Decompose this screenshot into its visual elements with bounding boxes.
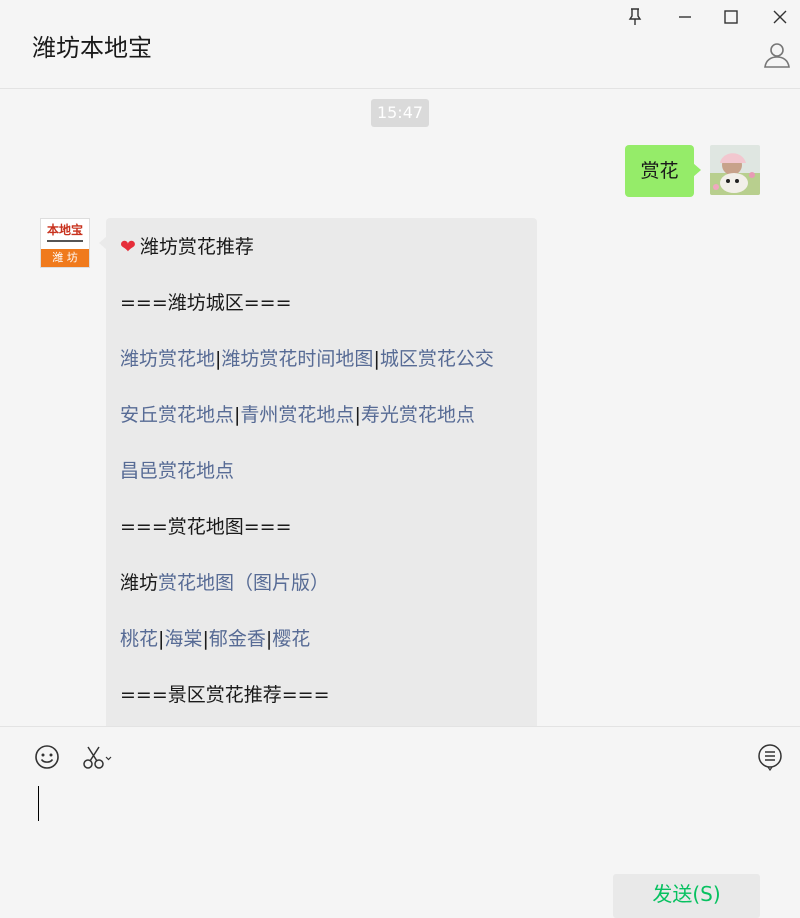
- minimize-icon[interactable]: [670, 2, 700, 32]
- scissors-icon[interactable]: [80, 742, 114, 772]
- map-row: 潍坊赏花地图（图片版）: [120, 568, 329, 595]
- emoji-icon[interactable]: [32, 742, 62, 772]
- link-item[interactable]: 城区赏花公交: [380, 348, 494, 370]
- maximize-icon[interactable]: [716, 2, 746, 32]
- message-title-line: ❤ 潍坊赏花推荐: [120, 232, 254, 259]
- heart-icon: ❤: [120, 236, 136, 258]
- section-header: ===赏花地图===: [120, 516, 292, 538]
- map-prefix: 潍坊: [120, 572, 159, 594]
- send-button[interactable]: 发送(S): [613, 874, 760, 918]
- logo-city: 潍 坊: [41, 249, 89, 267]
- text-cursor[interactable]: [38, 786, 39, 821]
- link-item[interactable]: 樱花: [272, 628, 310, 650]
- window-title: 潍坊本地宝: [32, 34, 152, 62]
- logo-underline: [47, 240, 83, 242]
- link-row: 潍坊赏花地|潍坊赏花时间地图|城区赏花公交: [120, 348, 494, 370]
- sent-message[interactable]: 赏花: [625, 145, 701, 197]
- link-item[interactable]: 桃花: [120, 628, 158, 650]
- timestamp: 15:47: [371, 99, 429, 127]
- link-item[interactable]: 郁金香: [209, 628, 266, 650]
- link-item[interactable]: 寿光赏花地点: [361, 404, 475, 426]
- section-header: ===景区赏花推荐===: [120, 684, 330, 706]
- link-item[interactable]: 潍坊赏花时间地图: [221, 348, 373, 370]
- close-icon[interactable]: [765, 2, 795, 32]
- input-area[interactable]: 发送(S): [0, 726, 800, 918]
- message-title: 潍坊赏花推荐: [139, 236, 254, 258]
- link-item[interactable]: 海棠: [164, 628, 202, 650]
- link-row: 桃花|海棠|郁金香|樱花: [120, 628, 311, 650]
- chat-area[interactable]: 15:47 赏花 本地宝 潍 坊 ❤ 潍坊赏花推荐 ===潍坊城区=== 潍坊赏花…: [0, 89, 800, 726]
- link-item[interactable]: 青州赏花地点: [240, 404, 354, 426]
- section-header: ===潍坊城区===: [120, 292, 292, 314]
- link-item[interactable]: 赏花地图（图片版）: [158, 572, 329, 594]
- link-item[interactable]: 潍坊赏花地: [120, 348, 215, 370]
- my-avatar[interactable]: [710, 145, 760, 195]
- bot-avatar[interactable]: 本地宝 潍 坊: [40, 218, 90, 268]
- link-row: 昌邑赏花地点: [120, 456, 234, 483]
- pin-icon[interactable]: [620, 2, 650, 32]
- bot-message: ❤ 潍坊赏花推荐 ===潍坊城区=== 潍坊赏花地|潍坊赏花时间地图|城区赏花公交…: [99, 218, 537, 726]
- chat-history-icon[interactable]: [755, 742, 785, 772]
- person-icon[interactable]: [762, 40, 792, 70]
- link-item[interactable]: 安丘赏花地点: [120, 404, 234, 426]
- logo-text: 本地宝: [46, 223, 83, 237]
- link-item[interactable]: 昌邑赏花地点: [120, 460, 234, 482]
- title-bar: 潍坊本地宝: [0, 0, 800, 89]
- link-row: 安丘赏花地点|青州赏花地点|寿光赏花地点: [120, 404, 475, 426]
